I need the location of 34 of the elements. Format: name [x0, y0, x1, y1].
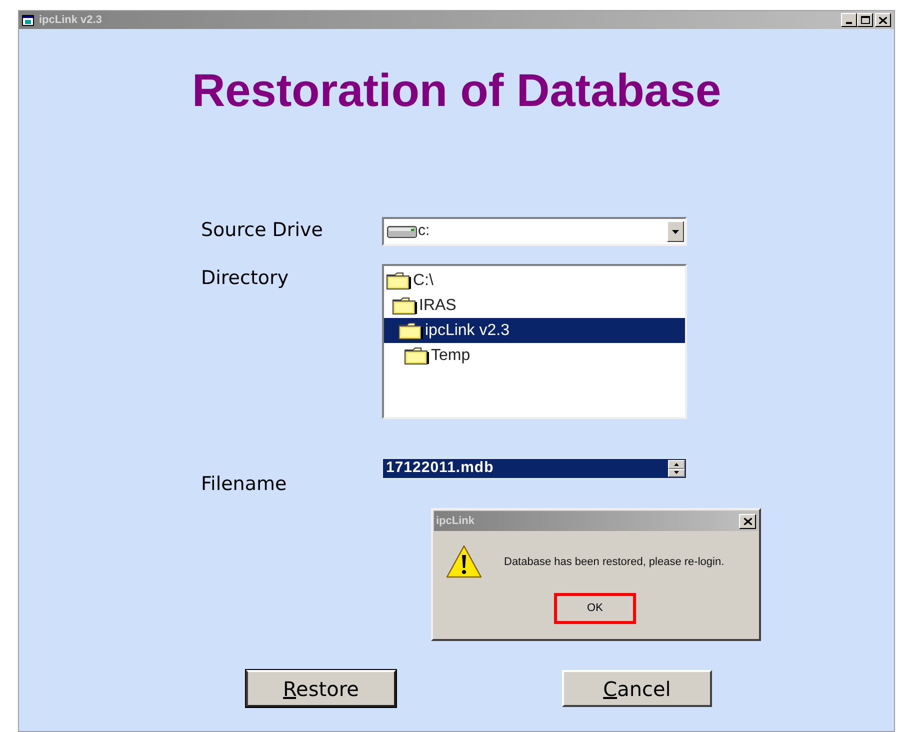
window-title: ipcLink v2.3 [39, 12, 102, 28]
close-button[interactable] [875, 13, 891, 27]
folder-icon [392, 296, 418, 314]
drive-icon [387, 226, 417, 238]
restore-button[interactable]: Restore [246, 670, 396, 707]
page-heading: Restoration of Database [192, 63, 722, 118]
cancel-button[interactable]: Cancel [562, 670, 712, 707]
dropdown-value: c: [418, 221, 430, 242]
dialog-message: Database has been restored, please re-login. [504, 554, 724, 570]
minimize-button[interactable] [841, 13, 857, 27]
folder-icon [398, 322, 424, 340]
maximize-button[interactable] [857, 13, 873, 27]
field-label: Directory [201, 267, 290, 289]
filename-value: 17122011.mdb [386, 458, 494, 478]
dialog-title: ipcLink [436, 514, 475, 529]
maximize-icon [860, 16, 870, 24]
directory-item[interactable]: ipcLink v2.3 [384, 318, 685, 343]
close-icon [744, 518, 752, 524]
directory-item[interactable]: Temp [384, 343, 685, 368]
folder-icon [386, 272, 412, 290]
directory-item[interactable]: IRAS [384, 293, 685, 318]
directory-item[interactable]: C:\ [384, 268, 685, 293]
window-icon [22, 14, 34, 26]
field-label: Filename [201, 473, 288, 495]
close-icon [879, 16, 887, 24]
spin-arrows-icon[interactable] [668, 460, 685, 477]
close-button[interactable] [739, 514, 756, 528]
drive-dropdown[interactable]: c: [382, 217, 687, 246]
minimize-icon [846, 22, 852, 24]
filename-spinner[interactable]: 17122011.mdb [382, 458, 687, 479]
folder-icon [404, 346, 430, 364]
ok-button[interactable]: OK [554, 593, 636, 624]
warning-icon [446, 545, 482, 579]
field-label: Source Drive [201, 219, 324, 241]
